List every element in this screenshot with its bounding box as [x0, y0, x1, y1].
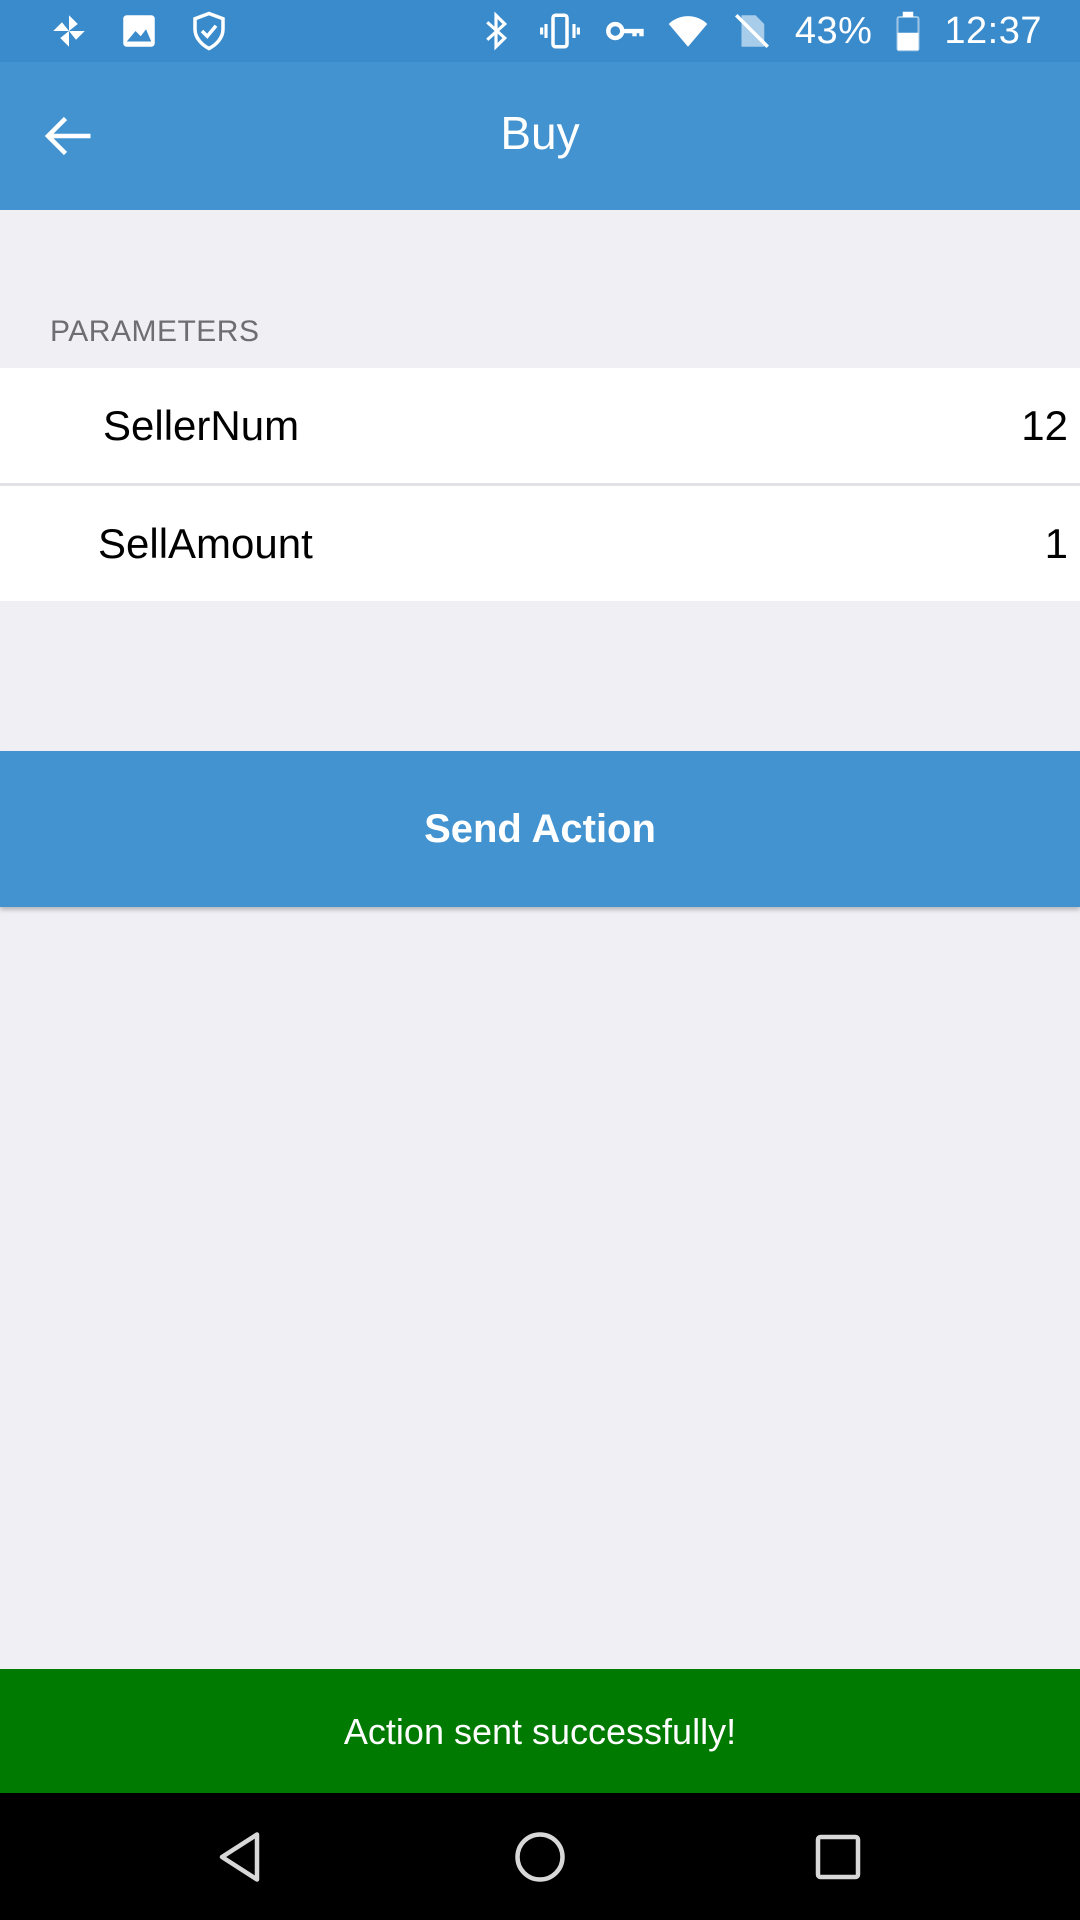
vpn-key-icon — [603, 10, 645, 52]
battery-icon — [894, 10, 922, 52]
app-toolbar: Buy — [0, 62, 1080, 210]
send-action-label: Send Action — [424, 807, 656, 851]
screen: 43% 12:37 Buy PARAMETERS SellerNum 12 Se… — [0, 0, 1080, 1920]
parameters-header: PARAMETERS — [50, 315, 260, 348]
system-nav-bar — [0, 1793, 1080, 1920]
nav-home-button[interactable] — [510, 1827, 570, 1887]
send-action-button[interactable]: Send Action — [0, 751, 1080, 907]
nav-home-icon — [510, 1832, 570, 1891]
param-row-sellamount[interactable]: SellAmount 1 — [0, 486, 1080, 601]
pinwheel-icon — [48, 10, 90, 52]
status-time: 12:37 — [944, 9, 1042, 52]
shield-check-icon — [188, 10, 230, 52]
nav-recents-icon — [808, 1834, 868, 1891]
bluetooth-icon — [475, 10, 517, 52]
nav-recents-button[interactable] — [808, 1827, 868, 1887]
param-value: 12 — [1021, 402, 1068, 449]
toast-message: Action sent successfully! — [343, 1711, 737, 1752]
param-label: SellAmount — [98, 520, 313, 567]
wifi-icon — [667, 10, 709, 52]
status-bar-right: 43% 12:37 — [475, 10, 1042, 52]
nav-back-icon — [212, 1832, 272, 1891]
image-icon — [118, 10, 160, 52]
no-sim-icon — [731, 10, 773, 52]
status-bar: 43% 12:37 — [0, 0, 1080, 62]
vibrate-icon — [539, 10, 581, 52]
success-toast: Action sent successfully! — [0, 1669, 1080, 1793]
nav-back-button[interactable] — [212, 1827, 272, 1887]
status-bar-left — [48, 10, 230, 52]
param-row-sellernum[interactable]: SellerNum 12 — [0, 368, 1080, 483]
param-label: SellerNum — [103, 402, 300, 449]
battery-percent: 43% — [794, 9, 873, 52]
page-title: Buy — [500, 107, 580, 159]
param-value: 1 — [1044, 520, 1068, 567]
